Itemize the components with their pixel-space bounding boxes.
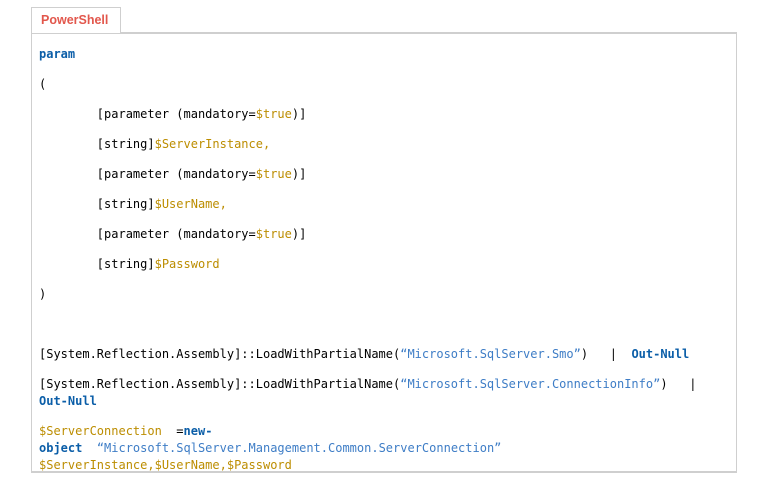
- code-token: $ServerInstance,: [155, 137, 271, 151]
- code-token: [82, 441, 96, 455]
- code-token: [parameter (mandatory=: [39, 107, 256, 121]
- code-token: param: [39, 47, 75, 61]
- code-token: [System.Reflection.Assembly]::LoadWithPa…: [39, 377, 400, 391]
- code-token: “Microsoft.SqlServer.ConnectionInfo”: [400, 377, 660, 391]
- code-token: [parameter (mandatory=: [39, 227, 256, 241]
- code-line: [parameter (mandatory=$true)]: [39, 226, 728, 243]
- tab-powershell[interactable]: PowerShell: [31, 7, 121, 33]
- code-token: new-: [184, 424, 213, 438]
- tab-powershell-label: PowerShell: [41, 13, 108, 27]
- code-token: $ServerInstance,$UserName,$Password: [39, 458, 292, 472]
- code-token: [501, 441, 515, 455]
- code-token: ) |: [581, 347, 632, 361]
- page: PowerShell param ( [parameter (mandatory=…: [0, 0, 771, 492]
- code-token: $true: [256, 167, 292, 181]
- code-token: “Microsoft.SqlServer.Smo”: [400, 347, 581, 361]
- code-token: Out-Null: [39, 394, 97, 408]
- code-token: =: [162, 424, 184, 438]
- code-line: $ServerConnection =new- object “Microsof…: [39, 423, 728, 473]
- code-line: [39, 316, 728, 333]
- code-token: $ServerConnection: [39, 424, 162, 438]
- code-line: (: [39, 76, 728, 93]
- code-token: [parameter (mandatory=: [39, 167, 256, 181]
- code-token: [string]: [39, 137, 155, 151]
- code-token: $Password: [155, 257, 220, 271]
- code-token: “Microsoft.SqlServer.Management.Common.S…: [97, 441, 502, 455]
- code-line: [string]$Password: [39, 256, 728, 273]
- code-line: [parameter (mandatory=$true)]: [39, 106, 728, 123]
- code-token: $true: [256, 107, 292, 121]
- code-line: [string]$UserName,: [39, 196, 728, 213]
- code-block: param( [parameter (mandatory=$true)] [st…: [31, 32, 737, 473]
- code-token: [string]: [39, 257, 155, 271]
- code-token: ) |: [660, 377, 711, 391]
- code-line: ): [39, 286, 728, 303]
- code-line: [System.Reflection.Assembly]::LoadWithPa…: [39, 346, 728, 363]
- code-token: object: [39, 441, 82, 455]
- code-token: )]: [292, 167, 306, 181]
- code-token: [System.Reflection.Assembly]::LoadWithPa…: [39, 347, 400, 361]
- code-token: $UserName,: [155, 197, 227, 211]
- code-line: [parameter (mandatory=$true)]: [39, 166, 728, 183]
- code-token: )]: [292, 227, 306, 241]
- code-token: [string]: [39, 197, 155, 211]
- code-line: param: [39, 46, 728, 63]
- code-token: Out-Null: [631, 347, 689, 361]
- code-token: ): [39, 287, 46, 301]
- code-line: [System.Reflection.Assembly]::LoadWithPa…: [39, 376, 728, 410]
- code-token: )]: [292, 107, 306, 121]
- code-token: $true: [256, 227, 292, 241]
- code-token: (: [39, 77, 46, 91]
- code-line: [string]$ServerInstance,: [39, 136, 728, 153]
